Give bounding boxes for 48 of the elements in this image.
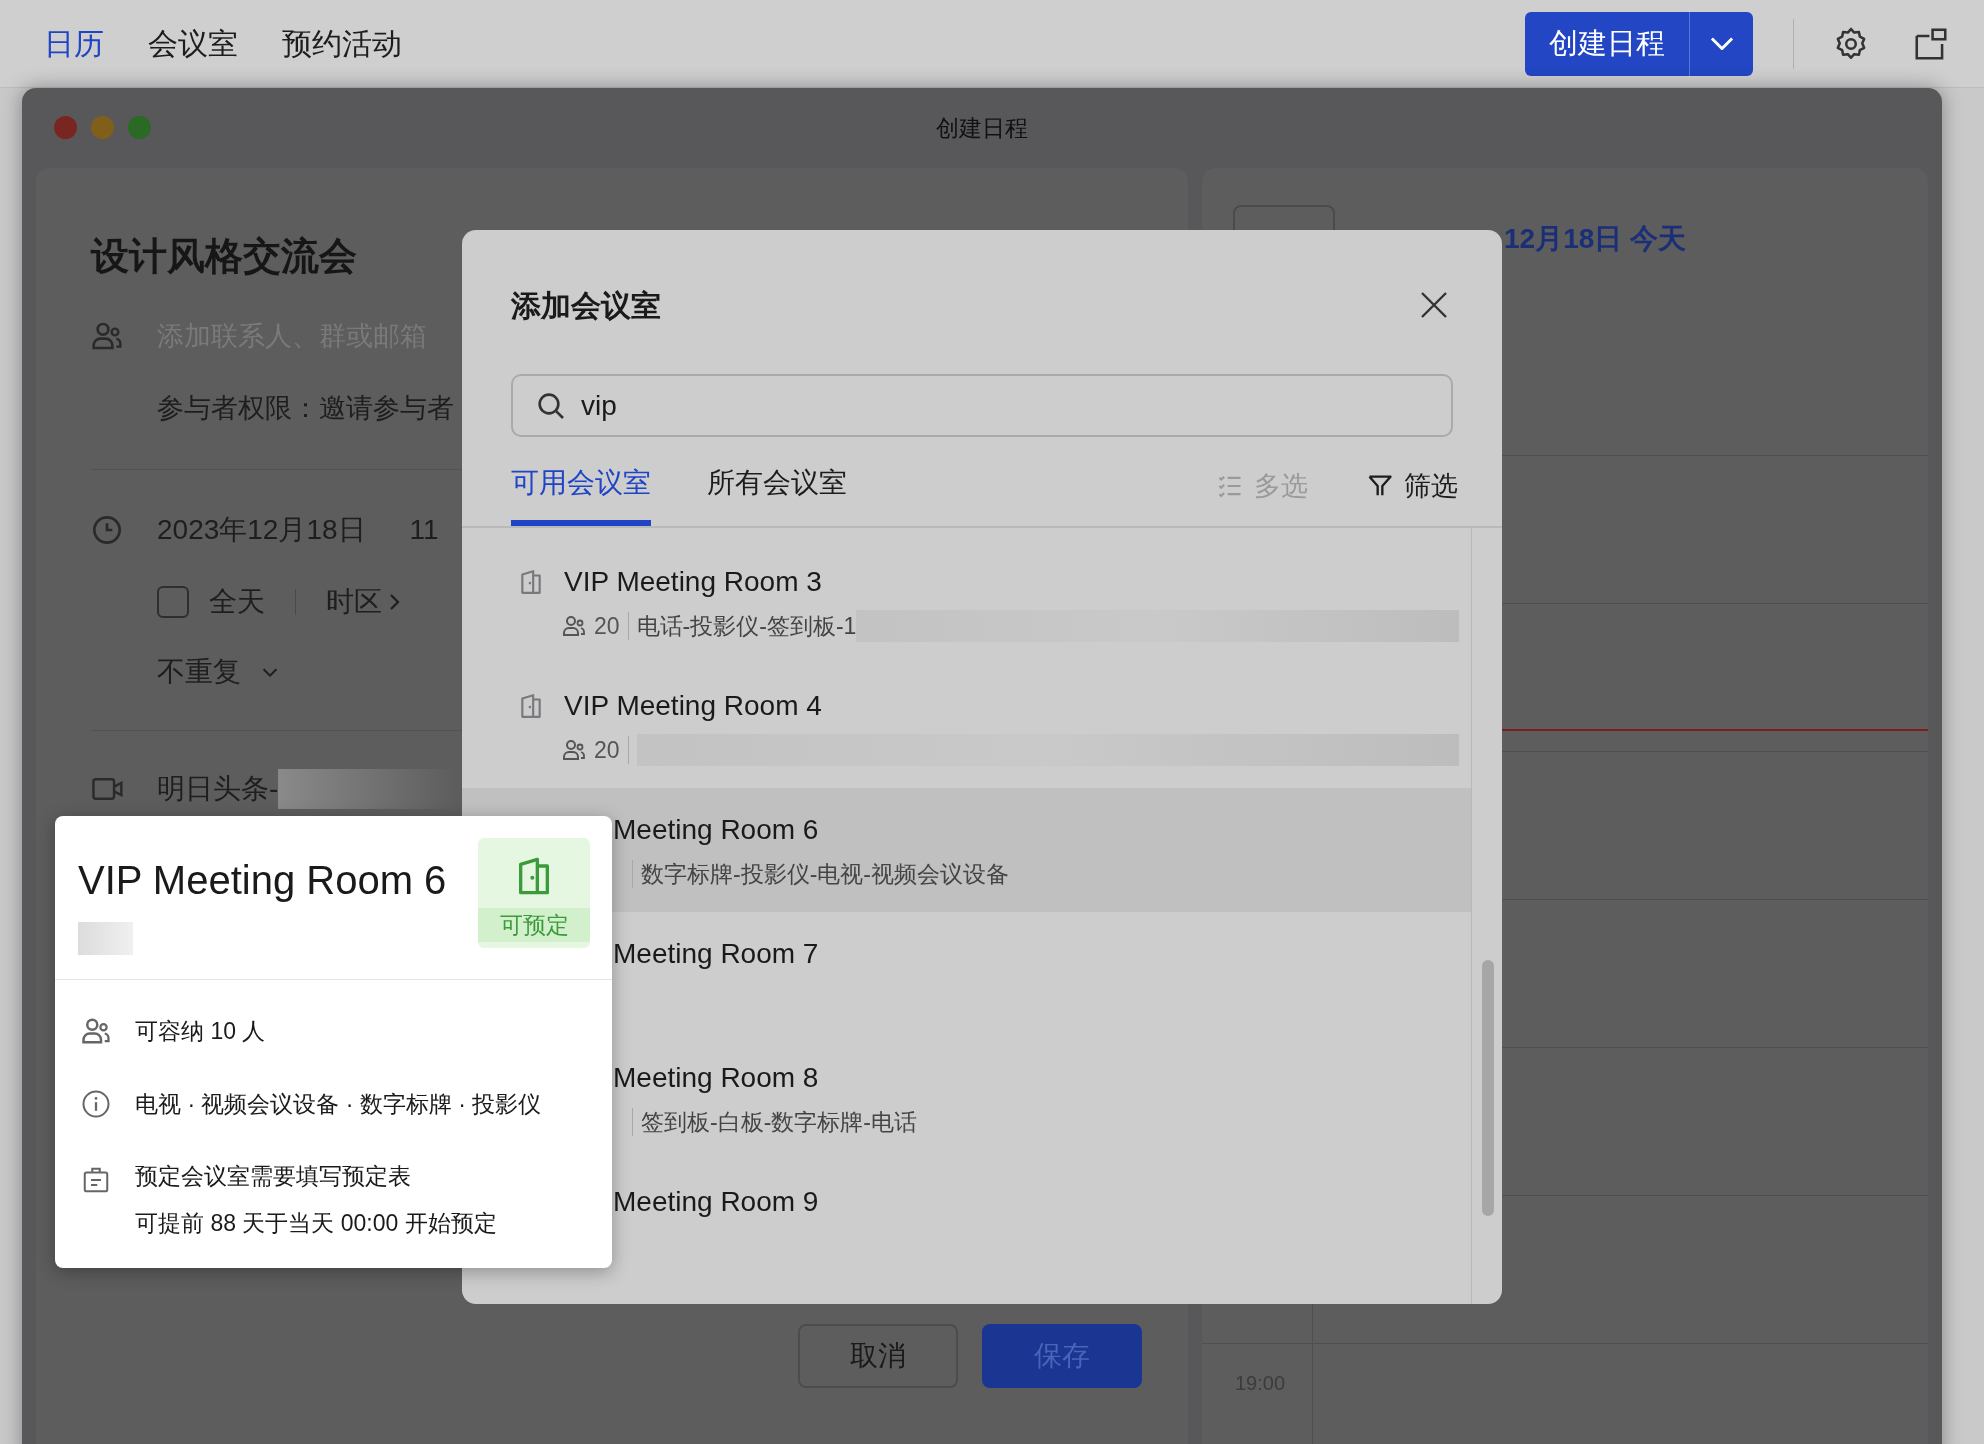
door-icon [518, 691, 544, 721]
room-facilities: 数字标牌-投影仪-电视-视频会议设备 [641, 859, 1009, 889]
room-facilities: 签到板-白板-数字标牌-电话 [641, 1107, 917, 1137]
all-day-checkbox[interactable] [157, 585, 189, 618]
room-list-item[interactable]: VIP Meeting Room 4 20 [462, 664, 1471, 788]
zoom-window-button[interactable] [128, 116, 151, 139]
room-title: VIP Meeting Room 6 [78, 857, 447, 904]
booking-note: 预定会议室需要填写预定表 [135, 1162, 412, 1191]
room-capacity: 20 [594, 611, 620, 641]
people-icon [562, 738, 586, 762]
nav-tab[interactable]: 预约活动 [282, 21, 402, 66]
room-list-item[interactable]: VIP Meeting Room 3 20 电话-投影仪-签到板-1 [462, 540, 1471, 664]
event-title: 设计风格交流会 [91, 234, 358, 279]
chevron-right-icon [388, 591, 402, 612]
facilities-text: 电视 · 视频会议设备 · 数字标牌 · 投影仪 [135, 1089, 542, 1119]
room-capacity: 20 [594, 735, 620, 765]
people-icon [562, 614, 586, 638]
room-tab[interactable]: 可用会议室 [511, 446, 651, 526]
people-icon [91, 320, 123, 352]
room-tab[interactable]: 所有会议室 [707, 446, 847, 526]
room-facilities: 电话-投影仪-签到板-1 [636, 611, 857, 641]
filter-button[interactable]: 筛选 [1366, 446, 1458, 526]
nav-tab[interactable]: 日历 [44, 21, 104, 66]
status-label: 可预定 [478, 907, 590, 942]
video-meeting-text: 明日头条- [157, 771, 279, 806]
redacted-block [78, 922, 133, 955]
all-day-label: 全天 [209, 584, 265, 619]
booking-note: 可提前 88 天于当天 00:00 开始预定 [135, 1208, 497, 1238]
room-name: VIP Meeting Room 3 [564, 565, 822, 599]
date-heading: 12月18日 今天 [1504, 222, 1687, 256]
capacity-text: 可容纳 10 人 [135, 1017, 266, 1046]
room-name: VIP Meeting Room 4 [564, 689, 822, 723]
door-icon [518, 567, 544, 597]
nav-tab[interactable]: 会议室 [148, 21, 238, 66]
scrollbar-thumb[interactable] [1482, 960, 1494, 1216]
room-name: Meeting Room 8 [613, 1061, 819, 1095]
people-icon [81, 1016, 111, 1047]
dialog-title: 添加会议室 [511, 287, 661, 324]
window-title: 创建日程 [936, 113, 1028, 143]
search-field[interactable]: vip [511, 374, 1453, 437]
info-icon [81, 1088, 111, 1119]
close-window-button[interactable] [54, 116, 77, 139]
minimize-window-button[interactable] [91, 116, 114, 139]
permission-text: 参与者权限：邀请参与者 [157, 392, 454, 425]
clipboard-icon [81, 1165, 111, 1195]
chevron-down-icon [1709, 37, 1734, 50]
clock-icon [91, 513, 123, 546]
room-name: Meeting Room 6 [613, 813, 819, 847]
